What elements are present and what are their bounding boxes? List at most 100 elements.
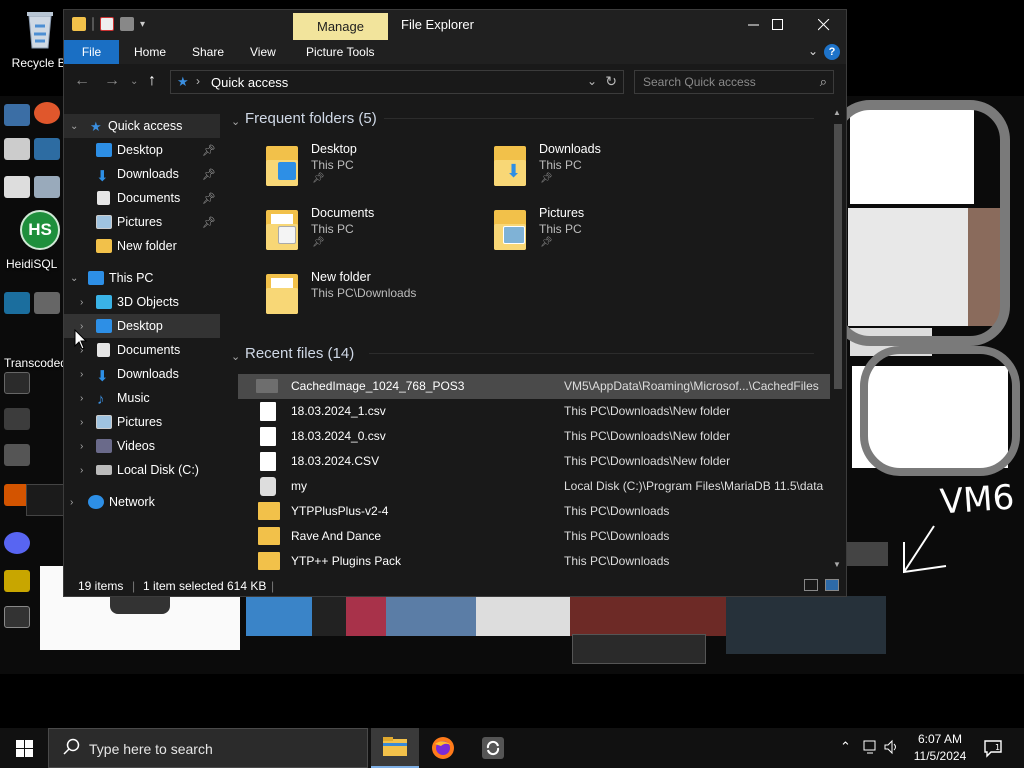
folder-icon[interactable] [72,17,86,31]
search-box[interactable]: Search Quick access ⌕ [634,70,834,94]
close-button[interactable] [801,10,847,40]
address-bar[interactable]: ★ › Quick access ⌄ ↻ [170,70,624,94]
chevron-right-icon[interactable]: › [80,465,83,476]
pin-icon[interactable]: 📌︎ [202,216,216,229]
scrollbar-thumb[interactable] [834,124,842,389]
recent-file-row[interactable]: 18.03.2024_1.csv This PC\Downloads\New f… [238,399,830,424]
chevron-right-icon[interactable]: › [80,393,83,404]
nav-item-music[interactable]: › ♪ Music [64,386,220,410]
breadcrumb[interactable]: Quick access [211,75,288,90]
chevron-right-icon[interactable]: › [80,417,83,428]
maximize-button[interactable] [755,10,801,40]
view-tab[interactable]: View [250,45,276,59]
network-icon[interactable] [862,739,878,755]
recent-locations-icon[interactable]: ⌄ [130,76,138,87]
address-dropdown-icon[interactable]: ⌄ [587,74,597,88]
chevron-right-icon[interactable]: › [70,497,73,508]
desktop-icon [4,570,30,592]
navigation-bar: ← → ⌄ ↑ ★ › Quick access ⌄ ↻ Search Quic… [64,64,846,98]
frequent-folder-tile[interactable]: Pictures This PC 📌︎ [494,206,714,262]
nav-item-pictures[interactable]: Pictures 📌︎ [64,210,220,234]
breadcrumb-chevron-icon[interactable]: › [196,74,200,88]
frequent-folder-tile[interactable]: ⬇ Downloads This PC 📌︎ [494,142,714,198]
system-clock[interactable]: 6:07 AM 11/5/2024 [908,731,972,765]
folder-location: This PC\Downloads [311,286,417,300]
up-arrow-icon[interactable]: ↑ [148,72,156,90]
title-bar[interactable]: ▾ Manage File Explorer [64,10,846,40]
manage-tab[interactable]: Manage [293,13,388,40]
pin-icon[interactable]: 📌︎ [202,144,216,157]
back-arrow-icon[interactable]: ← [74,72,90,90]
chevron-right-icon[interactable]: › [80,369,83,380]
share-tab[interactable]: Share [192,45,224,59]
nav-item-label: Downloads [117,167,179,181]
recent-file-row[interactable]: YTP++ Plugins Pack This PC\Downloads [238,549,830,571]
collapse-chevron-icon[interactable]: ⌄ [231,115,240,128]
windows-logo-icon [15,739,33,757]
large-icons-view-icon[interactable] [825,579,839,591]
start-button[interactable] [0,728,48,768]
recent-files-header[interactable]: Recent files (14) [245,345,354,362]
nav-item-local-disk[interactable]: › Local Disk (C:) [64,458,220,482]
properties-icon[interactable] [100,17,114,31]
sync-app-taskbar-button[interactable] [469,728,517,768]
nav-item-new-folder[interactable]: New folder [64,234,220,258]
customize-toolbar-icon[interactable]: ▾ [140,19,145,30]
details-view-icon[interactable] [804,579,818,591]
recent-file-row[interactable]: 18.03.2024_0.csv This PC\Downloads\New f… [238,424,830,449]
firefox-taskbar-button[interactable] [419,728,467,768]
chevron-right-icon[interactable]: › [80,297,83,308]
volume-icon[interactable] [884,739,900,755]
file-tab[interactable]: File [64,40,119,64]
nav-item-3d-objects[interactable]: › 3D Objects [64,290,220,314]
show-hidden-icons-icon[interactable]: ⌃ [840,739,851,755]
frequent-folder-tile[interactable]: Documents This PC 📌︎ [266,206,486,262]
pin-icon[interactable]: 📌︎ [202,168,216,181]
recent-file-row[interactable]: Rave And Dance This PC\Downloads [238,524,830,549]
collapse-chevron-icon[interactable]: ⌄ [231,350,240,363]
forward-arrow-icon[interactable]: → [104,72,120,90]
help-icon[interactable]: ? [824,44,840,60]
frequent-folder-tile[interactable]: Desktop This PC 📌︎ [266,142,486,198]
picture-tools-tab[interactable]: Picture Tools [306,45,374,59]
chevron-down-icon[interactable]: ⌄ [70,273,78,284]
nav-quick-access[interactable]: ⌄ ★ Quick access [64,114,220,138]
recent-file-row[interactable]: my Local Disk (C:)\Program Files\MariaDB… [238,474,830,499]
file-name: YTPPlusPlus-v2-4 [291,504,389,518]
nav-this-pc[interactable]: ⌄ This PC [64,266,220,290]
clock-date: 11/5/2024 [913,749,967,763]
taskbar-search-box[interactable]: Type here to search [48,728,368,768]
refresh-icon[interactable]: ↻ [605,73,617,90]
recent-file-row[interactable]: 18.03.2024.CSV This PC\Downloads\New fol… [238,449,830,474]
scroll-down-icon[interactable]: ▼ [833,560,841,569]
pin-icon[interactable]: 📌︎ [202,192,216,205]
recent-file-row[interactable]: YTPPlusPlus-v2-4 This PC\Downloads [238,499,830,524]
maximize-icon [772,19,783,30]
heidisql-icon[interactable]: HS [20,210,60,250]
file-explorer-taskbar-button[interactable] [371,728,419,768]
new-folder-icon[interactable] [120,17,134,31]
nav-item-pc-downloads[interactable]: › ⬇ Downloads [64,362,220,386]
nav-item-downloads[interactable]: ⬇ Downloads 📌︎ [64,162,220,186]
file-name: Rave And Dance [291,529,382,543]
scroll-up-icon[interactable]: ▲ [833,108,841,117]
frequent-folder-tile[interactable]: New folder This PC\Downloads [266,270,486,326]
chevron-right-icon[interactable]: › [80,441,83,452]
expand-ribbon-icon[interactable]: ⌄ [808,44,818,58]
recent-file-row[interactable]: CachedImage_1024_768_POS3 VM5\AppData\Ro… [238,374,830,399]
nav-item-label: Desktop [117,319,163,333]
home-tab[interactable]: Home [134,45,166,59]
nav-item-documents[interactable]: Documents 📌︎ [64,186,220,210]
nav-item-videos[interactable]: › Videos [64,434,220,458]
nav-item-pc-pictures[interactable]: › Pictures [64,410,220,434]
nav-network[interactable]: › Network [64,490,220,514]
file-path: This PC\Downloads [564,504,670,518]
chevron-down-icon[interactable]: ⌄ [70,121,78,132]
file-explorer-window[interactable]: ▾ Manage File Explorer File Home Share V… [63,9,847,597]
notification-center-icon[interactable]: 1 [982,738,1004,758]
frequent-folders-header[interactable]: Frequent folders (5) [245,110,377,127]
pin-icon: 📌︎ [540,173,553,184]
nav-item-label: Quick access [108,119,183,133]
nav-item-desktop[interactable]: Desktop 📌︎ [64,138,220,162]
vertical-scrollbar[interactable]: ▲ ▼ [830,106,846,571]
